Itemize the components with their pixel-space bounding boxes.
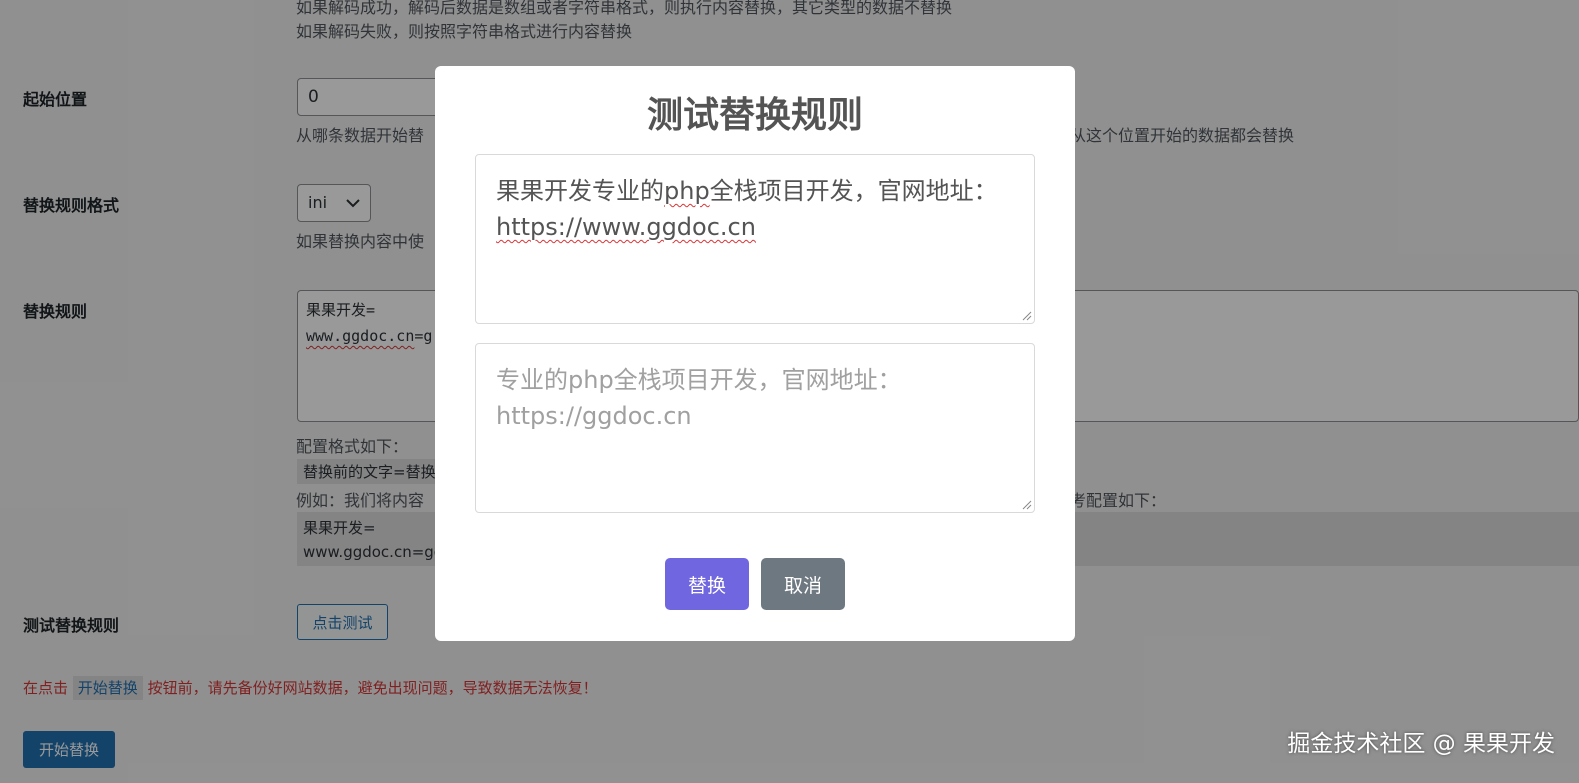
- test-output-textarea[interactable]: 专业的php全栈项目开发，官网地址：https://ggdoc.cn: [475, 343, 1035, 513]
- confirm-replace-button[interactable]: 替换: [665, 558, 749, 610]
- test-input-textarea[interactable]: 果果开发专业的php全栈项目开发，官网地址：https://www.ggdoc.…: [475, 154, 1035, 324]
- input-url: https://www.ggdoc.cn: [496, 213, 756, 241]
- resize-handle-icon[interactable]: [1022, 311, 1032, 321]
- watermark: 掘金技术社区 @ 果果开发: [1287, 731, 1555, 757]
- modal-title: 测试替换规则: [646, 95, 863, 136]
- cancel-button[interactable]: 取消: [761, 558, 845, 610]
- test-rules-modal: 测试替换规则 果果开发专业的php全栈项目开发，官网地址：https://www…: [435, 66, 1075, 641]
- resize-handle-icon[interactable]: [1022, 500, 1032, 510]
